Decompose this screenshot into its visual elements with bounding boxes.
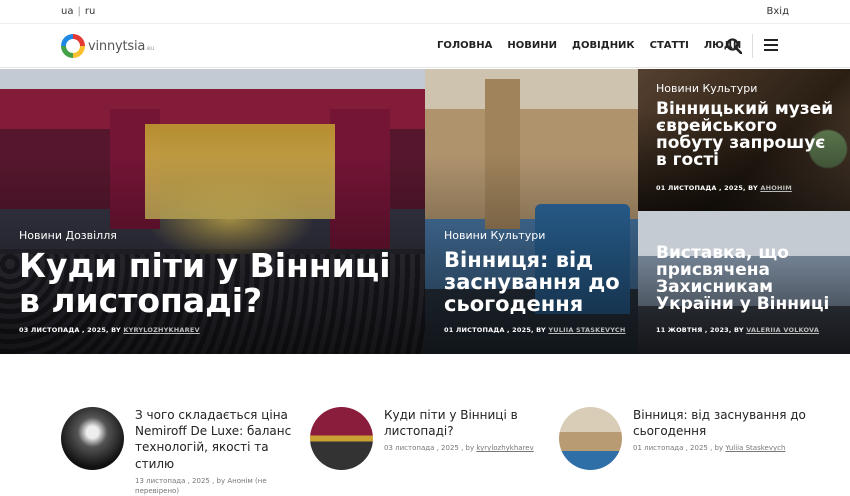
hero-meta: 01 ЛИСТОПАДА , 2025, BY АНОНІМ xyxy=(656,184,792,192)
logo-mark-icon xyxy=(61,34,85,58)
hero-category[interactable]: Новини Дозвілля xyxy=(19,229,117,242)
hero-category[interactable]: Новини Культури xyxy=(444,229,545,242)
nav-item-articles[interactable]: СТАТТІ xyxy=(650,40,689,51)
hero-title[interactable]: Куди піти у Вінниці в листопаді? xyxy=(19,248,409,318)
hero-category[interactable]: Новини Культури xyxy=(656,82,757,95)
article-thumbnail[interactable] xyxy=(61,407,124,470)
hamburger-menu-icon[interactable] xyxy=(764,39,778,51)
hero-author[interactable]: YULIIA STASKEVYCH xyxy=(548,326,625,334)
hero-meta: 11 ЖОВТНЯ , 2023, BY VALERIIA VOLKOVA xyxy=(656,326,819,334)
article-thumbnail[interactable] xyxy=(559,407,622,470)
hero-title[interactable]: Виставка, що присвячена Захисникам Украї… xyxy=(656,245,841,313)
logo-text: vinnytsia.eu xyxy=(88,39,154,54)
hero-title[interactable]: Вінницький музей єврейського побуту запр… xyxy=(656,101,841,169)
main-nav: ГОЛОВНА НОВИНИ ДОВІДНИК СТАТТІ ЛЮДИ xyxy=(437,40,741,51)
article-title[interactable]: Вінниця: від заснування до сьогодення xyxy=(633,407,808,439)
article-meta: 01 листопада , 2025 , by Yuliia Staskevy… xyxy=(633,444,808,454)
language-switcher: ua | ru xyxy=(61,6,95,17)
hero-author[interactable]: KYRYLOZHYKHAREV xyxy=(123,326,199,334)
list-item: З чого складається ціна Nemiroff De Luxe… xyxy=(61,407,295,496)
article-title[interactable]: З чого складається ціна Nemiroff De Luxe… xyxy=(135,407,295,472)
article-title[interactable]: Куди піти у Вінниці в листопаді? xyxy=(384,407,544,439)
hero-card-2[interactable]: Новини Культури Вінниця: від заснування … xyxy=(425,69,638,354)
site-header: vinnytsia.eu ГОЛОВНА НОВИНИ ДОВІДНИК СТА… xyxy=(0,24,850,68)
nav-item-directory[interactable]: ДОВІДНИК xyxy=(572,40,635,51)
hero-author[interactable]: VALERIIA VOLKOVA xyxy=(746,326,819,334)
hero-date: 01 ЛИСТОПАДА , 2025, BY xyxy=(656,184,758,192)
hero-date: 03 ЛИСТОПАДА , 2025, BY xyxy=(19,326,121,334)
hero-author[interactable]: АНОНІМ xyxy=(760,184,792,192)
hero-card-main[interactable]: Новини Дозвілля Куди піти у Вінниці в ли… xyxy=(0,69,425,354)
search-icon[interactable] xyxy=(726,38,742,54)
hero-card-4[interactable]: Виставка, що присвячена Захисникам Украї… xyxy=(638,211,850,354)
article-date: 03 листопада , 2025 , by xyxy=(384,444,475,453)
hero-title[interactable]: Вінниця: від заснування до сьогодення xyxy=(444,249,629,315)
article-date: 01 листопада , 2025 , by xyxy=(633,444,724,453)
logo-suffix: .eu xyxy=(145,44,154,52)
article-author[interactable]: Yuliia Staskevych xyxy=(725,444,785,452)
lang-separator: | xyxy=(77,6,81,17)
top-bar: ua | ru Вхід xyxy=(0,0,850,24)
article-meta: 03 листопада , 2025 , by kyrylozhykharev xyxy=(384,444,544,454)
hero-card-3[interactable]: Новини Культури Вінницький музей єврейсь… xyxy=(638,69,850,211)
lang-ua-link[interactable]: ua xyxy=(61,6,73,17)
hero-meta: 03 ЛИСТОПАДА , 2025, BY KYRYLOZHYKHAREV xyxy=(19,326,200,334)
article-list: З чого складається ціна Nemiroff De Luxe… xyxy=(0,395,850,495)
article-meta: 13 листопада , 2025 , by Анонім (не пере… xyxy=(135,477,295,496)
site-logo[interactable]: vinnytsia.eu xyxy=(61,34,154,58)
lang-ru-link[interactable]: ru xyxy=(85,6,95,17)
nav-item-home[interactable]: ГОЛОВНА xyxy=(437,40,492,51)
login-link[interactable]: Вхід xyxy=(767,6,789,17)
list-item: Куди піти у Вінниці в листопаді? 03 лист… xyxy=(310,407,544,470)
logo-name: vinnytsia xyxy=(88,38,146,54)
header-divider xyxy=(752,34,753,58)
hero-date: 01 ЛИСТОПАДА , 2025, BY xyxy=(444,326,546,334)
hero-date: 11 ЖОВТНЯ , 2023, BY xyxy=(656,326,744,334)
article-author[interactable]: kyrylozhykharev xyxy=(476,444,533,452)
hero-meta: 01 ЛИСТОПАДА , 2025, BY YULIIA STASKEVYC… xyxy=(444,326,626,334)
article-thumbnail[interactable] xyxy=(310,407,373,470)
list-item: Вінниця: від заснування до сьогодення 01… xyxy=(559,407,808,470)
nav-item-news[interactable]: НОВИНИ xyxy=(507,40,557,51)
hero-grid: Новини Дозвілля Куди піти у Вінниці в ли… xyxy=(0,69,850,354)
